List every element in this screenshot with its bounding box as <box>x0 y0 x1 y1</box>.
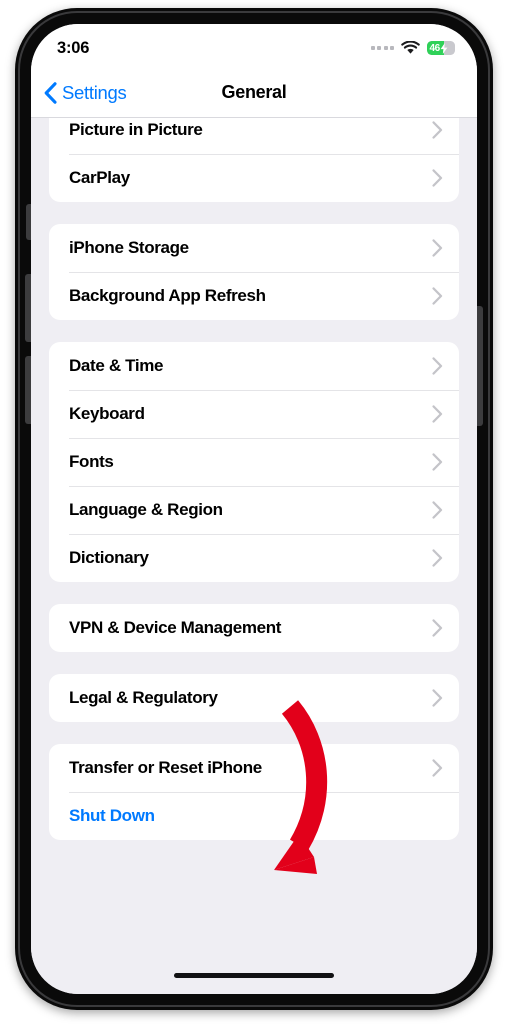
chevron-right-icon <box>432 169 443 187</box>
settings-row[interactable]: Date & Time <box>49 342 459 390</box>
settings-row[interactable]: Dictionary <box>49 534 459 582</box>
chevron-right-icon <box>432 239 443 257</box>
settings-group-storage-group: iPhone Storage Background App Refresh <box>49 224 459 320</box>
chevron-right-icon <box>432 357 443 375</box>
charging-bolt-icon <box>440 42 448 54</box>
settings-group-localization-group: Date & Time Keyboard Fonts Language & Regio… <box>49 342 459 582</box>
cellular-signal-dots-icon <box>370 46 394 50</box>
phone-screen: 3:06 46 Settings General Picture in Pict… <box>31 24 477 994</box>
settings-row-label: Shut Down <box>69 806 155 825</box>
wifi-icon <box>401 41 420 54</box>
settings-row-label: CarPlay <box>69 168 130 187</box>
navigation-bar: Settings General <box>31 68 477 118</box>
power-button[interactable] <box>476 306 483 426</box>
settings-row-label: Keyboard <box>69 404 145 423</box>
chevron-right-icon <box>432 619 443 637</box>
chevron-right-icon <box>432 405 443 423</box>
settings-row[interactable]: Language & Region <box>49 486 459 534</box>
settings-row[interactable]: Background App Refresh <box>49 272 459 320</box>
settings-row-label: VPN & Device Management <box>69 618 282 637</box>
chevron-right-icon <box>432 759 443 777</box>
chevron-right-icon <box>432 287 443 305</box>
settings-row-label: iPhone Storage <box>69 238 189 257</box>
settings-list[interactable]: Picture in Picture CarPlay iPhone Storage B… <box>31 118 477 994</box>
settings-row[interactable]: VPN & Device Management <box>49 604 459 652</box>
settings-row-label: Date & Time <box>69 356 164 375</box>
settings-row[interactable]: Fonts <box>49 438 459 486</box>
settings-row[interactable]: Shut Down <box>49 792 459 840</box>
settings-row-label: Fonts <box>69 452 114 471</box>
settings-group-media-group: Picture in Picture CarPlay <box>49 118 459 202</box>
status-time: 3:06 <box>57 38 90 57</box>
back-button-label: Settings <box>62 81 127 103</box>
settings-row[interactable]: Keyboard <box>49 390 459 438</box>
settings-row[interactable]: CarPlay <box>49 154 459 202</box>
battery-indicator: 46 <box>427 41 455 55</box>
chevron-right-icon <box>432 501 443 519</box>
settings-group-reset-group: Transfer or Reset iPhone Shut Down <box>49 744 459 840</box>
settings-row-label: Background App Refresh <box>69 286 266 305</box>
chevron-right-icon <box>432 689 443 707</box>
settings-row[interactable]: Transfer or Reset iPhone <box>49 744 459 792</box>
chevron-left-icon <box>44 81 57 104</box>
chevron-right-icon <box>432 549 443 567</box>
settings-row[interactable]: iPhone Storage <box>49 224 459 272</box>
chevron-right-icon <box>432 121 443 139</box>
battery-percent-label: 46 <box>429 42 441 54</box>
settings-row[interactable]: Picture in Picture <box>49 118 459 154</box>
status-indicators: 46 <box>370 41 455 55</box>
chevron-right-icon <box>432 453 443 471</box>
settings-group-vpn-group: VPN & Device Management <box>49 604 459 652</box>
settings-row-label: Language & Region <box>69 500 223 519</box>
status-bar: 3:06 46 <box>31 24 477 68</box>
back-button[interactable]: Settings <box>31 81 127 104</box>
settings-row-label: Dictionary <box>69 548 149 567</box>
settings-row-label: Legal & Regulatory <box>69 688 218 707</box>
home-indicator <box>174 972 334 978</box>
settings-group-legal-group: Legal & Regulatory <box>49 674 459 722</box>
settings-row[interactable]: Legal & Regulatory <box>49 674 459 722</box>
settings-row-label: Transfer or Reset iPhone <box>69 758 262 777</box>
settings-row-label: Picture in Picture <box>69 120 203 139</box>
